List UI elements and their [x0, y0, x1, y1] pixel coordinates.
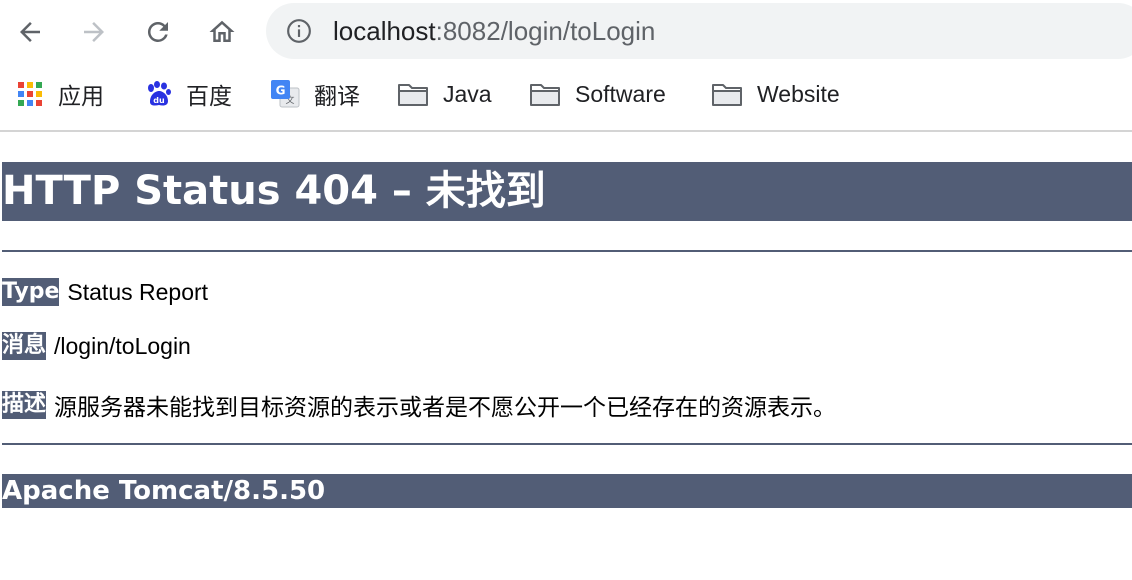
baidu-paw-icon: du — [148, 81, 171, 106]
bookmark-label: Website — [757, 80, 840, 107]
bookmark-folder-website[interactable]: Website — [711, 78, 840, 110]
description-label: 描述 — [2, 391, 47, 419]
divider — [2, 443, 1132, 445]
type-label: Type — [2, 278, 60, 306]
page-title: HTTP Status 404 – 未找到 — [2, 162, 1132, 221]
reload-icon — [147, 21, 168, 42]
address-bar[interactable]: localhost:8082/login/toLogin — [266, 3, 1132, 59]
message-row: 消息 /login/toLogin — [2, 331, 191, 361]
google-translate-icon: 文 G — [271, 80, 300, 108]
folder-icon — [712, 84, 742, 106]
divider — [2, 250, 1132, 252]
url-host: localhost — [333, 16, 436, 46]
svg-text:G: G — [276, 84, 286, 98]
bookmark-label: 翻译 — [314, 83, 360, 109]
bookmark-apps[interactable]: 应用 — [16, 78, 104, 110]
description-value: 源服务器未能找到目标资源的表示或者是不愿公开一个已经存在的资源表示。 — [54, 394, 837, 420]
server-version: Apache Tomcat/8.5.50 — [2, 474, 1132, 508]
message-label: 消息 — [2, 332, 47, 360]
url-path: :8082/login/toLogin — [435, 16, 656, 46]
reload-button[interactable] — [138, 12, 178, 52]
bookmark-folder-software[interactable]: Software — [529, 78, 666, 110]
bookmark-baidu[interactable]: du 百度 — [144, 78, 232, 110]
bookmark-label: Java — [443, 80, 492, 107]
bookmark-label: Software — [575, 80, 666, 107]
type-row: Type Status Report — [2, 277, 208, 307]
svg-text:du: du — [153, 96, 165, 105]
back-arrow-icon — [20, 22, 40, 42]
info-icon[interactable] — [286, 18, 312, 44]
forward-arrow-icon — [84, 22, 104, 42]
message-value: /login/toLogin — [54, 332, 191, 359]
browser-toolbar: localhost:8082/login/toLogin — [0, 0, 1132, 62]
home-button[interactable] — [202, 12, 242, 52]
url-text[interactable]: localhost:8082/login/toLogin — [333, 16, 655, 46]
bookmark-translate[interactable]: 文 G 翻译 — [270, 78, 360, 110]
bookmark-folder-java[interactable]: Java — [397, 78, 492, 110]
apps-grid-icon — [18, 82, 42, 106]
bookmark-label: 百度 — [186, 83, 232, 109]
home-icon — [209, 20, 235, 42]
error-page: HTTP Status 404 – 未找到 Type Status Report… — [0, 132, 1132, 580]
forward-button[interactable] — [74, 12, 114, 52]
type-value: Status Report — [67, 278, 209, 305]
bookmarks-bar: 应用 du 百度 文 G 翻译 Java Software Website — [0, 70, 1132, 118]
bookmark-label: 应用 — [58, 83, 104, 109]
description-row: 描述 源服务器未能找到目标资源的表示或者是不愿公开一个已经存在的资源表示。 — [2, 390, 836, 420]
back-button[interactable] — [10, 12, 50, 52]
folder-icon — [530, 84, 560, 106]
folder-icon — [398, 84, 428, 106]
